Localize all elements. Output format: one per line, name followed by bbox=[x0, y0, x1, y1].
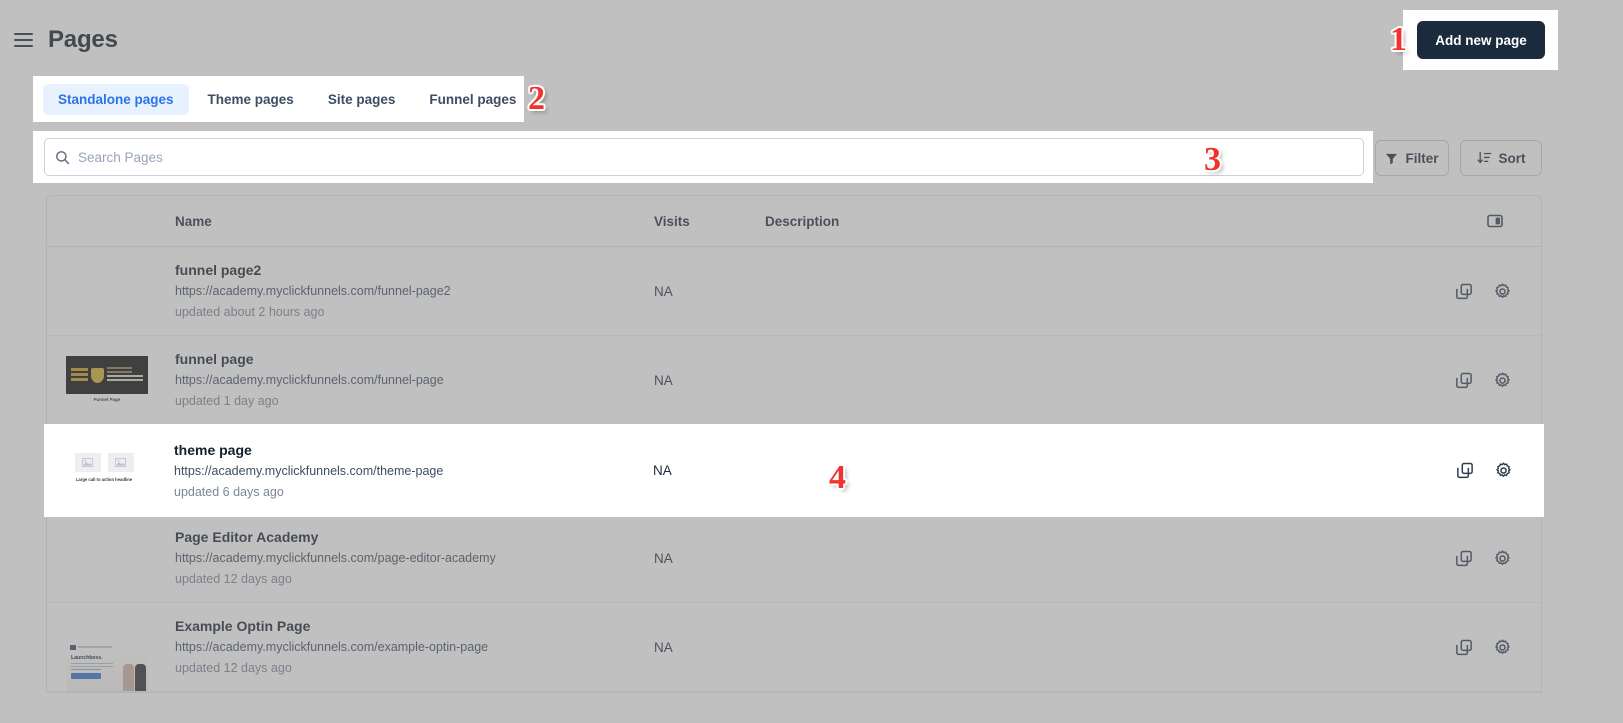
page-url[interactable]: https://academy.myclickfunnels.com/theme… bbox=[174, 462, 443, 481]
row-name-cell: funnel page https://academy.myclickfunne… bbox=[175, 349, 444, 411]
page-updated-at: updated 1 day ago bbox=[175, 394, 279, 409]
annotation-marker-4: 4 bbox=[829, 459, 846, 496]
column-header-description[interactable]: Description bbox=[765, 214, 839, 229]
hamburger-icon[interactable] bbox=[14, 29, 36, 51]
table-row[interactable]: funnel page2 https://academy.myclickfunn… bbox=[47, 247, 1541, 336]
gear-icon[interactable] bbox=[1494, 638, 1511, 656]
page-name[interactable]: Example Optin Page bbox=[175, 616, 488, 636]
row-actions bbox=[1456, 371, 1511, 389]
search-icon bbox=[56, 150, 70, 164]
page-url[interactable]: https://academy.myclickfunnels.com/examp… bbox=[175, 638, 488, 657]
row-thumbnail: Large call to action headline bbox=[63, 446, 145, 495]
page-name[interactable]: funnel page2 bbox=[175, 260, 451, 280]
tab-standalone-pages[interactable]: Standalone pages bbox=[43, 83, 189, 115]
column-header-visits[interactable]: Visits bbox=[654, 214, 690, 229]
row-name-cell: theme page https://academy.myclickfunnel… bbox=[174, 440, 443, 502]
tab-theme-pages[interactable]: Theme pages bbox=[193, 84, 309, 115]
row-name-cell: funnel page2 https://academy.myclickfunn… bbox=[175, 260, 451, 322]
page-updated-at: updated about 2 hours ago bbox=[175, 305, 325, 320]
table-row[interactable]: Funnel Page funnel page https://academy.… bbox=[47, 336, 1541, 425]
duplicate-icon[interactable] bbox=[1457, 462, 1474, 479]
sort-label: Sort bbox=[1498, 150, 1526, 166]
duplicate-icon[interactable] bbox=[1456, 372, 1473, 389]
funnel-icon bbox=[1386, 153, 1398, 164]
page-visits: NA bbox=[654, 283, 673, 299]
row-name-cell: Page Editor Academy https://academy.mycl… bbox=[175, 527, 496, 589]
sort-button[interactable]: Sort bbox=[1460, 140, 1542, 176]
page-visits: NA bbox=[654, 639, 673, 655]
page-visits: NA bbox=[654, 372, 673, 388]
add-new-page-button[interactable]: Add new page bbox=[1417, 21, 1545, 59]
thumbnail-caption: Funnel Page bbox=[93, 397, 121, 402]
tab-funnel-pages[interactable]: Funnel pages bbox=[414, 84, 524, 115]
tab-site-pages[interactable]: Site pages bbox=[313, 84, 411, 115]
page-visits: NA bbox=[653, 463, 672, 478]
search-box[interactable] bbox=[44, 138, 1364, 176]
table-header-row: Name Visits Description bbox=[47, 196, 1541, 247]
spotlight-add-new-page: Add new page bbox=[1403, 10, 1558, 70]
spotlight-tabs: Standalone pages Theme pages Site pages … bbox=[33, 76, 524, 122]
duplicate-icon[interactable] bbox=[1456, 639, 1473, 656]
table-row[interactable]: Large call to action headline theme page… bbox=[44, 424, 1544, 517]
gear-icon[interactable] bbox=[1494, 282, 1511, 300]
spotlight-search bbox=[33, 131, 1373, 183]
row-actions bbox=[1456, 638, 1511, 656]
gear-icon[interactable] bbox=[1495, 462, 1512, 479]
annotation-marker-3: 3 bbox=[1204, 141, 1221, 178]
annotation-marker-2: 2 bbox=[528, 80, 545, 117]
table-row[interactable]: Page Editor Academy https://academy.mycl… bbox=[47, 514, 1541, 603]
thumbnail-caption: Large call to action headline bbox=[75, 476, 133, 482]
thumbnail-caption: Launchbess. bbox=[71, 655, 103, 661]
row-name-cell: Example Optin Page https://academy.mycli… bbox=[175, 616, 488, 678]
filter-button[interactable]: Filter bbox=[1375, 140, 1449, 176]
page-url[interactable]: https://academy.myclickfunnels.com/funne… bbox=[175, 371, 444, 390]
row-actions bbox=[1457, 462, 1512, 479]
annotation-marker-1: 1 bbox=[1390, 21, 1407, 58]
column-header-name[interactable]: Name bbox=[175, 214, 212, 229]
page-name[interactable]: theme page bbox=[174, 440, 443, 460]
image-placeholder-icon bbox=[107, 452, 134, 472]
page-name[interactable]: funnel page bbox=[175, 349, 444, 369]
search-input[interactable] bbox=[78, 149, 1363, 165]
page-visits: NA bbox=[654, 550, 673, 566]
table-row[interactable]: Launchbess. Example Optin Page https://a… bbox=[47, 603, 1541, 692]
page-name[interactable]: Page Editor Academy bbox=[175, 527, 496, 547]
page-title: Pages bbox=[48, 26, 118, 53]
duplicate-icon[interactable] bbox=[1456, 550, 1473, 567]
row-actions bbox=[1456, 282, 1511, 300]
filter-label: Filter bbox=[1405, 150, 1439, 166]
row-actions bbox=[1456, 549, 1511, 567]
page-url[interactable]: https://academy.myclickfunnels.com/page-… bbox=[175, 549, 496, 568]
image-placeholder-icon bbox=[74, 452, 101, 472]
page-updated-at: updated 12 days ago bbox=[175, 661, 292, 676]
page-updated-at: updated 6 days ago bbox=[174, 484, 284, 499]
sort-descending-icon bbox=[1476, 151, 1491, 164]
page-url[interactable]: https://academy.myclickfunnels.com/funne… bbox=[175, 282, 451, 301]
gear-icon[interactable] bbox=[1494, 549, 1511, 567]
row-thumbnail: Launchbess. bbox=[66, 643, 148, 691]
gear-icon[interactable] bbox=[1494, 371, 1511, 389]
spotlight-theme-page-row: Large call to action headline theme page… bbox=[44, 424, 1544, 517]
row-thumbnail: Funnel Page bbox=[66, 356, 148, 404]
column-layout-icon[interactable] bbox=[1487, 213, 1503, 229]
page-updated-at: updated 12 days ago bbox=[175, 572, 292, 587]
app-header: Pages bbox=[0, 0, 1623, 80]
duplicate-icon[interactable] bbox=[1456, 283, 1473, 300]
